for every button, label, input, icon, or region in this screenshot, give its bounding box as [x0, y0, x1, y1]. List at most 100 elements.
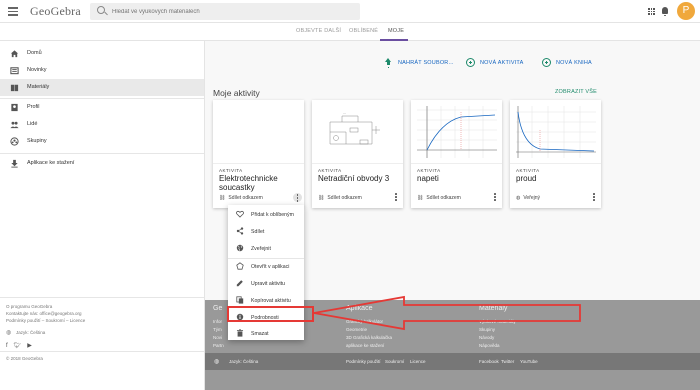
new-activity-button[interactable]: NOVÁ AKTIVITA [466, 58, 523, 67]
card-type: AKTIVITA [219, 168, 243, 173]
more-options-icon[interactable] [395, 193, 398, 202]
globe-icon: ◍ [214, 359, 220, 365]
card-thumbnail[interactable] [213, 100, 304, 164]
footer-heading-materials: Materiály [479, 305, 508, 312]
avatar[interactable]: P [677, 2, 695, 20]
card-title[interactable]: napeti [417, 174, 497, 183]
more-options-icon[interactable] [494, 193, 497, 202]
search-box[interactable] [90, 3, 360, 20]
tab-bar: OBJEVTE DALŠÍ OBLÍBENÉ MOJE [0, 23, 700, 41]
menu-item-delete[interactable]: Smazat [228, 326, 304, 341]
sidebar-item-news[interactable]: Novinky [0, 62, 204, 79]
tab-favorites[interactable]: OBLÍBENÉ [349, 28, 378, 34]
card-thumbnail[interactable] [411, 100, 502, 164]
footer-social-link[interactable]: Twitter [501, 359, 514, 364]
activity-card[interactable]: AKTIVITA napeti ⛓ Sdílet odkazem [411, 100, 502, 208]
divider [0, 297, 204, 298]
sidebar-item-label: Profil [27, 104, 40, 110]
youtube-icon[interactable]: ▶ [27, 343, 32, 349]
upload-icon [384, 58, 393, 67]
divider [0, 351, 204, 352]
footer-link[interactable]: Skupiny [479, 327, 495, 332]
footer-link[interactable]: Výukové materiály [479, 319, 516, 324]
card-title[interactable]: Netradiční obvody 3 [318, 174, 398, 183]
footer-link[interactable]: aplikace ke stažení [346, 343, 384, 348]
geogebra-logo[interactable]: GeoGebra [30, 4, 81, 19]
footer-link[interactable]: Geometrie [346, 327, 367, 332]
language-link[interactable]: Jazyk: Čeština [16, 330, 45, 335]
divider [0, 153, 204, 154]
home-icon [10, 50, 19, 58]
share-label: Sdílet odkazem [327, 195, 362, 201]
more-options-icon[interactable] [593, 193, 596, 202]
footer-link[interactable]: Nápověda [479, 343, 500, 348]
link-icon: ⛓ [219, 195, 226, 201]
search-input[interactable] [112, 5, 352, 18]
menu-item-label: Sdílet [251, 229, 265, 235]
about-link[interactable]: O programu GeoGebra [6, 304, 52, 309]
footer-link[interactable]: Partn [213, 343, 224, 348]
footer-legal-link[interactable]: Licence [410, 359, 426, 364]
card-title[interactable]: proud [516, 174, 596, 183]
footer-link[interactable]: Tým [213, 327, 222, 332]
add-circle-icon [466, 58, 475, 67]
card-thumbnail[interactable] [510, 100, 601, 164]
social-links: f 🐦︎ ▶ [6, 342, 38, 349]
bell-icon[interactable] [662, 7, 668, 16]
upload-file-button[interactable]: NAHRÁT SOUBOR... [384, 58, 454, 67]
menu-item-publish[interactable]: Zveřejnit [228, 241, 304, 256]
menu-item-open-in-app[interactable]: Otevřít v aplikaci [228, 259, 304, 274]
tab-discover[interactable]: OBJEVTE DALŠÍ [296, 28, 341, 34]
globe-icon [236, 244, 244, 252]
twitter-icon[interactable]: 🐦︎ [14, 343, 22, 349]
footer-bottom-bar [205, 353, 700, 370]
menu-item-share[interactable]: Sdílet [228, 224, 304, 239]
footer-link[interactable]: Grafický kalkulátor [346, 319, 383, 324]
link-icon: ⛓ [417, 195, 424, 201]
heart-icon [236, 210, 244, 218]
menu-item-label: Kopírovat aktivitu [251, 298, 291, 304]
card-share-status: ⛓ Sdílet odkazem [318, 195, 362, 201]
new-book-button[interactable]: NOVÁ KNIHA [542, 58, 592, 67]
footer-legal-link[interactable]: Podmínky použití [346, 359, 381, 364]
footer-heading-geogebra: Ge [213, 305, 223, 312]
card-title[interactable]: Elektrotechnicke soucastky [219, 174, 299, 192]
sidebar-item-materials[interactable]: Materiály [0, 79, 204, 96]
show-all-link[interactable]: ZOBRAZIT VŠE [555, 89, 597, 95]
terms-links[interactable]: Podmínky použití – Soukromí – Licence [6, 318, 85, 323]
menu-item-label: Otevřít v aplikaci [251, 264, 290, 270]
card-thumbnail[interactable]: — [312, 100, 403, 164]
card-share-status: ⛓ Sdílet odkazem [417, 195, 461, 201]
activity-card[interactable]: — AKTIVITA Netradiční obvody 3 ⛓ Sdílet o… [312, 100, 403, 208]
footer-link[interactable]: Novi [213, 335, 222, 340]
footer-social-link[interactable]: Facebook [479, 359, 499, 364]
footer-link[interactable]: Návody [479, 335, 494, 340]
menu-item-edit-activity[interactable]: Upravit aktivitu [228, 276, 304, 291]
sidebar-item-people[interactable]: Lidé [0, 116, 204, 133]
activity-card[interactable]: AKTIVITA proud ◍ Veřejný [510, 100, 601, 208]
svg-text:—: — [343, 111, 346, 115]
footer-legal-link[interactable]: Soukromí [385, 359, 404, 364]
footer-link[interactable]: 3D Grafická kalkulačka [346, 335, 392, 340]
footer-link[interactable]: Infor [213, 319, 222, 324]
contact-text[interactable]: Kontaktujte nás: office@geogebra.org [6, 311, 82, 316]
footer-language-link[interactable]: Jazyk: Čeština [229, 359, 258, 364]
link-icon: ⛓ [318, 195, 325, 201]
globe-icon: ◍ [516, 195, 521, 201]
card-type: AKTIVITA [318, 168, 342, 173]
sidebar-item-home[interactable]: Domů [0, 45, 204, 62]
sidebar-item-download[interactable]: Aplikace ke stažení [0, 155, 204, 172]
graph-thumbnail [417, 106, 497, 158]
activity-card[interactable]: AKTIVITA Elektrotechnicke soucastky ⛓ Sdí… [213, 100, 304, 208]
sidebar-item-groups[interactable]: Skupiny [0, 133, 204, 150]
profile-icon [11, 103, 18, 112]
new-activity-label: NOVÁ AKTIVITA [480, 59, 524, 66]
apps-icon[interactable] [648, 8, 655, 15]
menu-icon[interactable] [8, 7, 18, 16]
more-options-icon[interactable] [293, 193, 302, 202]
footer-social-link[interactable]: YouTube [520, 359, 538, 364]
facebook-icon[interactable]: f [6, 343, 8, 349]
tab-mine[interactable]: MOJE [388, 28, 404, 34]
sidebar-item-profile[interactable]: Profil [0, 99, 204, 116]
menu-item-add-to-favorites[interactable]: Přidat k oblíbeným [228, 207, 304, 222]
